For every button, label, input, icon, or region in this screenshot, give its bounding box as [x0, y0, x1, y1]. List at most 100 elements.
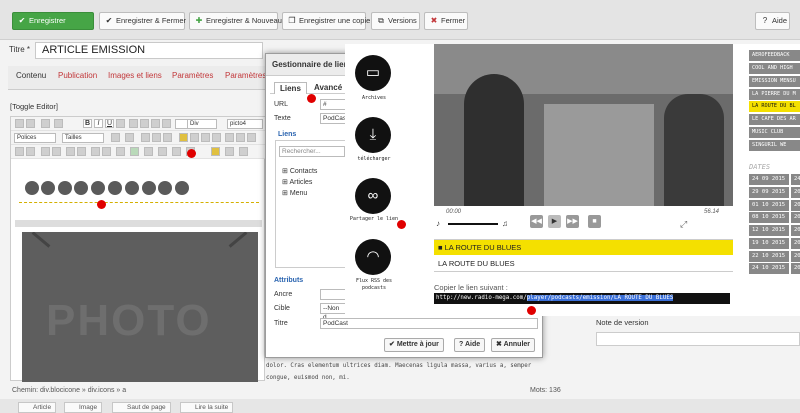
- twitter-icon[interactable]: [125, 181, 139, 195]
- mix-icon[interactable]: [158, 181, 172, 195]
- preview-icon[interactable]: [172, 147, 181, 156]
- code-icon[interactable]: [239, 147, 248, 156]
- anchor-icon[interactable]: [247, 133, 256, 142]
- close-button[interactable]: ✖ Fermer: [424, 12, 468, 30]
- soundcloud-icon[interactable]: [74, 181, 88, 195]
- podcast-icon[interactable]: [91, 181, 105, 195]
- template-icon[interactable]: [144, 147, 153, 156]
- tab-links[interactable]: Liens: [274, 82, 307, 94]
- find-icon[interactable]: [91, 147, 100, 156]
- date-item[interactable]: 20: [791, 225, 800, 236]
- date-item[interactable]: 20: [791, 212, 800, 223]
- date-item[interactable]: 29 09 2015: [749, 187, 789, 198]
- date-item[interactable]: 01 10 2015: [749, 200, 789, 211]
- show-list-item[interactable]: COOL AND HIGH: [749, 63, 800, 74]
- date-item[interactable]: 19 10 2015: [749, 238, 789, 249]
- new-doc-icon[interactable]: [41, 119, 50, 128]
- insert-article-button[interactable]: Article: [18, 402, 57, 413]
- help-button[interactable]: ? Aide: [755, 12, 790, 30]
- web-icon[interactable]: [142, 181, 156, 195]
- show-list-item[interactable]: LA PIERRE DU M: [749, 89, 800, 100]
- save-new-button[interactable]: ✚ Enregistrer & Nouveau: [189, 12, 282, 30]
- indent-icon[interactable]: [212, 133, 221, 142]
- rss-icon[interactable]: ◠: [355, 239, 391, 275]
- tab-options[interactable]: Paramètres: [172, 71, 213, 80]
- rewind-button[interactable]: ◀◀: [530, 215, 543, 228]
- versions-button[interactable]: ⧉ Versions: [371, 12, 420, 30]
- align-center-icon[interactable]: [140, 119, 149, 128]
- show-list-item[interactable]: LE CAFE DES AR: [749, 114, 800, 125]
- download-icon[interactable]: ⤓: [355, 117, 391, 153]
- search-input[interactable]: Rechercher...: [279, 146, 345, 157]
- volume-slider[interactable]: [448, 223, 498, 225]
- row-icon[interactable]: [26, 147, 35, 156]
- dialog-help-button[interactable]: ? Aide: [454, 338, 486, 352]
- replace-icon[interactable]: [102, 147, 111, 156]
- numbered-list-icon[interactable]: [190, 133, 199, 142]
- hr-icon[interactable]: [66, 147, 75, 156]
- date-item[interactable]: 24: [791, 174, 800, 185]
- stop-button[interactable]: ■: [588, 215, 601, 228]
- youtube-icon[interactable]: [41, 181, 55, 195]
- align-left-icon[interactable]: [129, 119, 138, 128]
- title-field-input[interactable]: PodCast: [320, 318, 538, 329]
- text-color-icon[interactable]: [111, 133, 120, 142]
- date-item[interactable]: 20: [791, 187, 800, 198]
- podcast-link-field[interactable]: http://new.radio-mega.com/player/podcast…: [434, 293, 730, 304]
- justify-icon[interactable]: [162, 119, 171, 128]
- date-item[interactable]: 12 10 2015: [749, 225, 789, 236]
- date-item[interactable]: 22 10 2015: [749, 251, 789, 262]
- title-input[interactable]: ARTICLE EMISSION: [35, 42, 263, 59]
- link-icon[interactable]: [225, 133, 234, 142]
- pdf-icon[interactable]: [108, 181, 122, 195]
- tab-options-2[interactable]: Paramètres: [225, 71, 266, 80]
- toggle-editor-link[interactable]: [Toggle Editor]: [10, 102, 58, 111]
- source-icon[interactable]: [54, 119, 63, 128]
- version-note-input[interactable]: [596, 332, 800, 346]
- insert-image-button[interactable]: Image: [64, 402, 103, 413]
- copy-icon[interactable]: [152, 133, 161, 142]
- forward-button[interactable]: ▶▶: [566, 215, 579, 228]
- redo-icon[interactable]: [26, 119, 35, 128]
- volume-low-icon[interactable]: ♪: [436, 219, 440, 228]
- align-right-icon[interactable]: [151, 119, 160, 128]
- bold-icon[interactable]: B: [83, 119, 92, 128]
- show-list-item[interactable]: AEROFEEDBACK: [749, 50, 800, 61]
- cancel-button[interactable]: ✖ Annuler: [491, 338, 536, 352]
- cut-icon[interactable]: [141, 133, 150, 142]
- special-char-icon[interactable]: [77, 147, 86, 156]
- show-list-item[interactable]: MUSIC CLUB: [749, 127, 800, 138]
- date-item[interactable]: 20: [791, 200, 800, 211]
- track-item[interactable]: LA ROUTE DU BLUES: [434, 256, 733, 272]
- bg-color-icon[interactable]: [125, 133, 134, 142]
- read-more-button[interactable]: Lire la suite: [180, 402, 234, 413]
- picto-select[interactable]: picto4: [227, 119, 263, 129]
- date-item[interactable]: 20: [791, 263, 800, 274]
- show-list-item[interactable]: EMISSION MENSU: [749, 76, 800, 87]
- spellcheck-icon[interactable]: [130, 147, 139, 156]
- facebook-icon[interactable]: [25, 181, 39, 195]
- size-select[interactable]: Tailles: [62, 133, 104, 143]
- image-icon[interactable]: [41, 147, 50, 156]
- outdent-icon[interactable]: [201, 133, 210, 142]
- page-break-button[interactable]: Saut de page: [112, 402, 171, 413]
- show-list-item[interactable]: SINGURIL WE: [749, 140, 800, 151]
- paste-icon[interactable]: [163, 133, 172, 142]
- visual-aid-icon[interactable]: [225, 147, 234, 156]
- show-list-item-active[interactable]: LA ROUTE DU BL: [749, 101, 800, 112]
- list-icon[interactable]: [179, 133, 188, 142]
- fullscreen-icon[interactable]: [116, 147, 125, 156]
- style-icon[interactable]: [158, 147, 167, 156]
- tab-publishing[interactable]: Publication: [58, 71, 97, 80]
- undo-icon[interactable]: [15, 119, 24, 128]
- tree-item-contacts[interactable]: ⊞ Contacts: [282, 167, 317, 175]
- tree-item-articles[interactable]: ⊞ Articles: [282, 178, 312, 186]
- share-link-icon[interactable]: ∞: [355, 178, 391, 214]
- save-copy-button[interactable]: ❐ Enregistrer une copie: [282, 12, 370, 30]
- strike-icon[interactable]: [116, 119, 125, 128]
- archive-box-icon[interactable]: ▭: [355, 55, 391, 91]
- tab-advanced[interactable]: Avancé: [310, 82, 346, 93]
- track-selected[interactable]: ■ LA ROUTE DU BLUES: [434, 239, 733, 255]
- italic-icon[interactable]: I: [94, 119, 103, 128]
- underline-icon[interactable]: U: [105, 119, 114, 128]
